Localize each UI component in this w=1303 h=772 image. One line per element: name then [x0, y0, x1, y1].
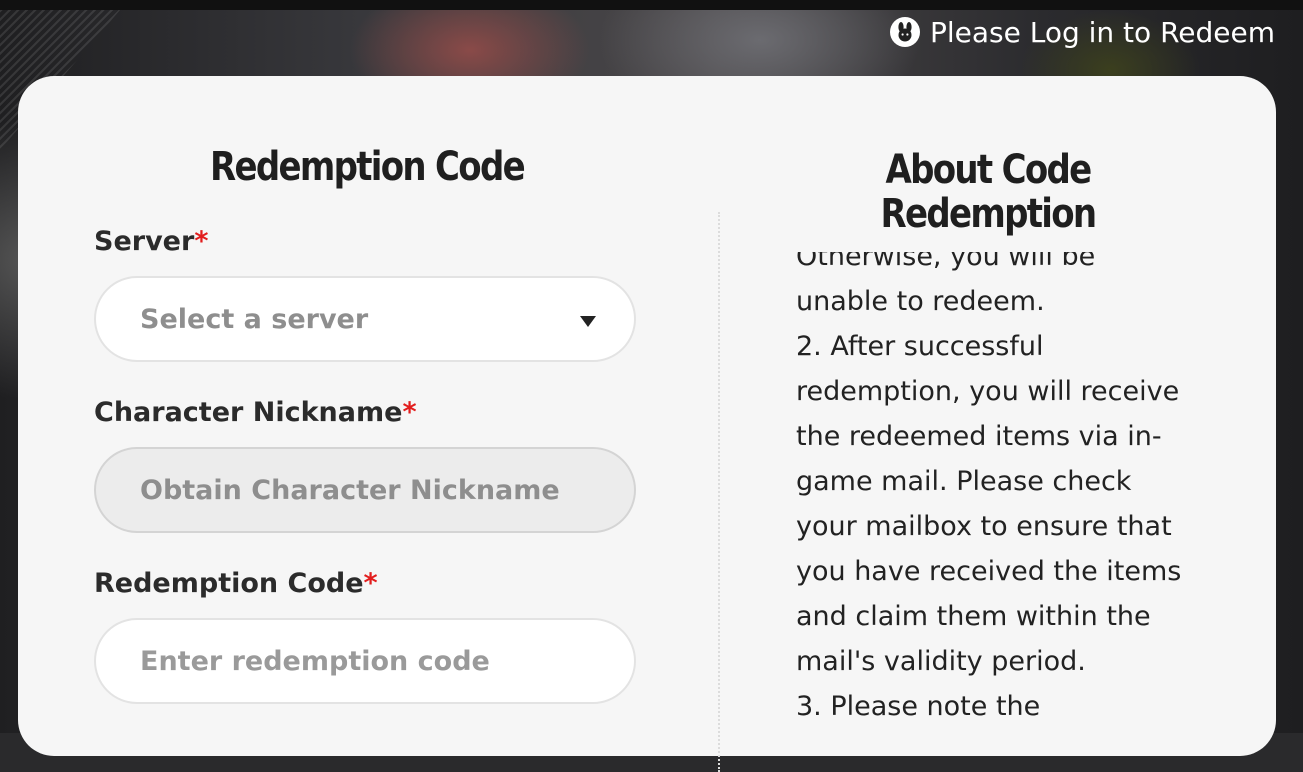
server-label-text: Server [94, 226, 195, 257]
server-select[interactable]: Select a server [94, 276, 636, 362]
server-select-value: Select a server [140, 303, 369, 335]
nickname-label-text: Character Nickname [94, 397, 403, 428]
about-title-line2: Redemption [880, 191, 1098, 237]
server-label: Server* [94, 226, 208, 257]
about-title: About Code Redemption [825, 148, 1151, 236]
about-line: mail's validity period. [796, 646, 1086, 677]
form-title: Redemption Code [210, 144, 526, 190]
about-line: your mailbox to ensure that [796, 511, 1172, 542]
chevron-down-icon [580, 316, 596, 327]
required-mark: * [194, 226, 209, 257]
about-line: 3. Please note the [796, 691, 1041, 722]
about-line: 2. After successful [796, 331, 1044, 362]
nickname-placeholder: Obtain Character Nickname [140, 474, 560, 506]
about-line: redemption, you will receive [796, 376, 1180, 407]
required-mark: * [363, 568, 378, 599]
about-line: Otherwise, you will be [796, 252, 1096, 272]
about-title-line1: About Code [885, 147, 1092, 193]
login-text[interactable]: Please Log in to Redeem [930, 16, 1275, 49]
about-text-scroll[interactable]: Otherwise, you will be unable to redeem.… [796, 252, 1196, 772]
about-text: Otherwise, you will be unable to redeem.… [796, 252, 1196, 729]
about-line: the redeemed items via in- [796, 421, 1162, 452]
code-label-text: Redemption Code [94, 568, 364, 599]
about-line: game mail. Please check [796, 466, 1132, 497]
about-line: you have received the items [796, 556, 1182, 587]
code-label: Redemption Code* [94, 568, 378, 599]
nickname-field: Obtain Character Nickname [94, 447, 636, 533]
code-field[interactable] [94, 618, 636, 704]
required-mark: * [402, 397, 417, 428]
about-line: unable to redeem. [796, 286, 1045, 317]
redeem-card: Redemption Code Server* Select a server … [18, 76, 1276, 772]
code-input[interactable] [140, 645, 580, 677]
bunny-avatar-icon [889, 17, 920, 47]
column-divider [718, 212, 720, 772]
nickname-label: Character Nickname* [94, 397, 417, 428]
about-line: and claim them within the [796, 601, 1151, 632]
login-link[interactable]: Please Log in to Redeem [889, 14, 1275, 50]
top-black-bar [0, 0, 1303, 10]
